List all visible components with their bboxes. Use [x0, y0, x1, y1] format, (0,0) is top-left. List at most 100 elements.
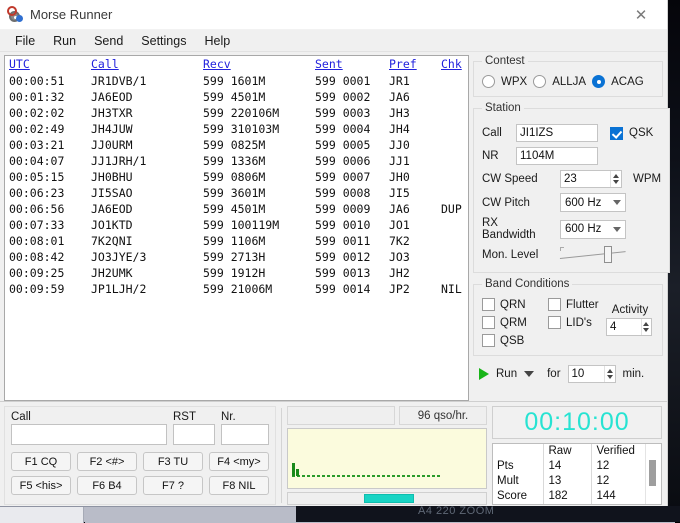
table-row[interactable]: 00:08:017K2QNI599 1106M599 00117K2 [5, 233, 469, 249]
table-row[interactable]: 00:03:21JJ0URM599 0825M599 0005JJ0 [5, 137, 469, 153]
call-input[interactable] [516, 124, 598, 142]
checkbox-label-flutter[interactable]: Flutter [566, 299, 599, 311]
column-header-utc[interactable]: UTC [5, 56, 91, 73]
background-desktop-label: A4 220 ZOOM [418, 506, 494, 517]
activity-spinner[interactable] [606, 318, 652, 336]
score-scrollbar[interactable] [645, 444, 659, 504]
column-header-recv[interactable]: Recv [203, 56, 315, 73]
fkey-f3-tu[interactable]: F3 TU [143, 452, 203, 471]
duration-spinner[interactable] [568, 365, 616, 383]
entry-call-input[interactable] [11, 424, 167, 445]
cell-pref: JH3 [389, 105, 441, 121]
activity-stepper-arrows[interactable] [641, 319, 651, 335]
checkbox-flutter[interactable] [548, 298, 561, 311]
table-row[interactable]: 00:09:25JH2UMK599 1912H599 0013JH2 [5, 265, 469, 281]
table-row[interactable]: 00:06:56JA6EOD599 4501M599 0009JA6DUP [5, 201, 469, 217]
menu-item-settings[interactable]: Settings [132, 32, 195, 50]
checkbox-qsb[interactable] [482, 334, 495, 347]
function-key-row-1: F1 CQ F2 <#> F3 TU F4 <my> [11, 452, 269, 471]
fkey-f1-cq[interactable]: F1 CQ [11, 452, 71, 471]
fkey-f4-my[interactable]: F4 <my> [209, 452, 269, 471]
cell-recv: 599 0825M [203, 137, 315, 153]
cw-speed-spinner[interactable] [560, 170, 622, 188]
table-row[interactable]: 00:07:33JO1KTD599 100119M599 0010JO1 [5, 217, 469, 233]
table-row[interactable]: 00:04:07JJ1JRH/1599 1336M599 0006JJ1 [5, 153, 469, 169]
spectrum-display[interactable] [287, 428, 487, 489]
cw-speed-stepper-arrows[interactable] [610, 171, 621, 187]
entry-nr-input[interactable] [221, 424, 269, 445]
column-header-chk[interactable]: Chk [441, 56, 469, 73]
menu-item-run[interactable]: Run [44, 32, 85, 50]
taskbar-start-area[interactable] [0, 507, 84, 523]
table-row[interactable]: 00:08:42JO3JYE/3599 2713H599 0012JO3 [5, 249, 469, 265]
mon-level-label: Mon. Level [482, 249, 554, 261]
table-row[interactable]: 00:00:51JR1DVB/1599 1601M599 0001JR1 [5, 73, 469, 89]
radio-allja[interactable] [533, 75, 546, 88]
menu-item-help[interactable]: Help [195, 32, 239, 50]
qso-rate-indicator: 96 qso/hr. [399, 406, 487, 425]
cell-utc: 00:00:51 [5, 73, 91, 89]
fkey-f6-b4[interactable]: F6 B4 [77, 476, 137, 495]
activity-input[interactable] [607, 321, 641, 333]
checkbox-lids[interactable] [548, 316, 561, 329]
play-icon[interactable] [479, 368, 489, 380]
fkey-f5-his[interactable]: F5 <his> [11, 476, 71, 495]
radio-acag[interactable] [592, 75, 605, 88]
menu-item-file[interactable]: File [6, 32, 44, 50]
checkbox-label-lids[interactable]: LID's [566, 317, 592, 329]
run-label[interactable]: Run [496, 368, 517, 380]
score-cell-verified: 12 [591, 473, 645, 488]
table-row[interactable]: 00:02:49JH4JUW599 310103M599 0004JH4 [5, 121, 469, 137]
radio-label-acag[interactable]: ACAG [611, 76, 644, 88]
radio-wpx[interactable] [482, 75, 495, 88]
qso-log-panel[interactable]: UTC Call Recv Sent Pref Chk 00:00:51JR1D… [4, 55, 469, 401]
radio-label-wpx[interactable]: WPX [501, 76, 527, 88]
checkbox-qrm[interactable] [482, 316, 495, 329]
checkbox-row-qsb[interactable]: QSB [482, 334, 548, 347]
qsk-label[interactable]: QSK [629, 127, 653, 139]
cell-chk [441, 73, 469, 89]
menu-item-send[interactable]: Send [85, 32, 132, 50]
score-cell-label: Mult [493, 473, 543, 488]
chevron-down-icon[interactable] [524, 371, 534, 377]
fkey-f8-nil[interactable]: F8 NIL [209, 476, 269, 495]
duration-input[interactable] [569, 368, 604, 380]
cell-sent: 599 0005 [315, 137, 389, 153]
nr-input[interactable] [516, 147, 598, 165]
duration-stepper-arrows[interactable] [604, 366, 615, 382]
fkey-f2-nr[interactable]: F2 <#> [77, 452, 137, 471]
checkbox-label-qrn[interactable]: QRN [500, 299, 526, 311]
cell-chk [441, 121, 469, 137]
cell-utc: 00:09:25 [5, 265, 91, 281]
qsk-checkbox[interactable] [610, 127, 623, 140]
checkbox-label-qrm[interactable]: QRM [500, 317, 527, 329]
slider-thumb[interactable] [604, 246, 612, 263]
wpm-label: WPM [633, 173, 661, 185]
fkey-f7-query[interactable]: F7 ? [143, 476, 203, 495]
table-row[interactable]: 00:09:59JP1LJH/2599 21006M599 0014JP2NIL [5, 281, 469, 297]
mon-level-slider[interactable] [560, 246, 626, 264]
radio-label-allja[interactable]: ALLJA [552, 76, 586, 88]
table-row[interactable]: 00:05:15JH0BHU599 0806M599 0007JH0 [5, 169, 469, 185]
entry-rst-input[interactable] [173, 424, 215, 445]
checkbox-row-qrm[interactable]: QRM [482, 316, 548, 329]
close-icon[interactable]: ✕ [623, 0, 659, 30]
cell-recv: 599 4501M [203, 201, 315, 217]
rx-bandwidth-select[interactable]: 600 Hz [560, 220, 626, 239]
table-row[interactable]: 00:06:23JI5SAO599 3601M599 0008JI5 [5, 185, 469, 201]
column-header-sent[interactable]: Sent [315, 56, 389, 73]
cell-chk [441, 217, 469, 233]
checkbox-qrn[interactable] [482, 298, 495, 311]
checkbox-label-qsb[interactable]: QSB [500, 335, 524, 347]
table-row[interactable]: 00:01:32JA6EOD599 4501M599 0002JA6 [5, 89, 469, 105]
cell-recv: 599 2713H [203, 249, 315, 265]
score-scrollbar-thumb[interactable] [649, 460, 656, 486]
table-row[interactable]: 00:02:02JH3TXR599 220106M599 0003JH3 [5, 105, 469, 121]
cell-chk [441, 89, 469, 105]
checkbox-row-qrn[interactable]: QRN [482, 298, 548, 311]
column-header-call[interactable]: Call [91, 56, 203, 73]
cw-speed-input[interactable] [561, 173, 610, 185]
cw-pitch-select[interactable]: 600 Hz [560, 193, 626, 212]
column-header-pref[interactable]: Pref [389, 56, 441, 73]
cell-pref: JH2 [389, 265, 441, 281]
